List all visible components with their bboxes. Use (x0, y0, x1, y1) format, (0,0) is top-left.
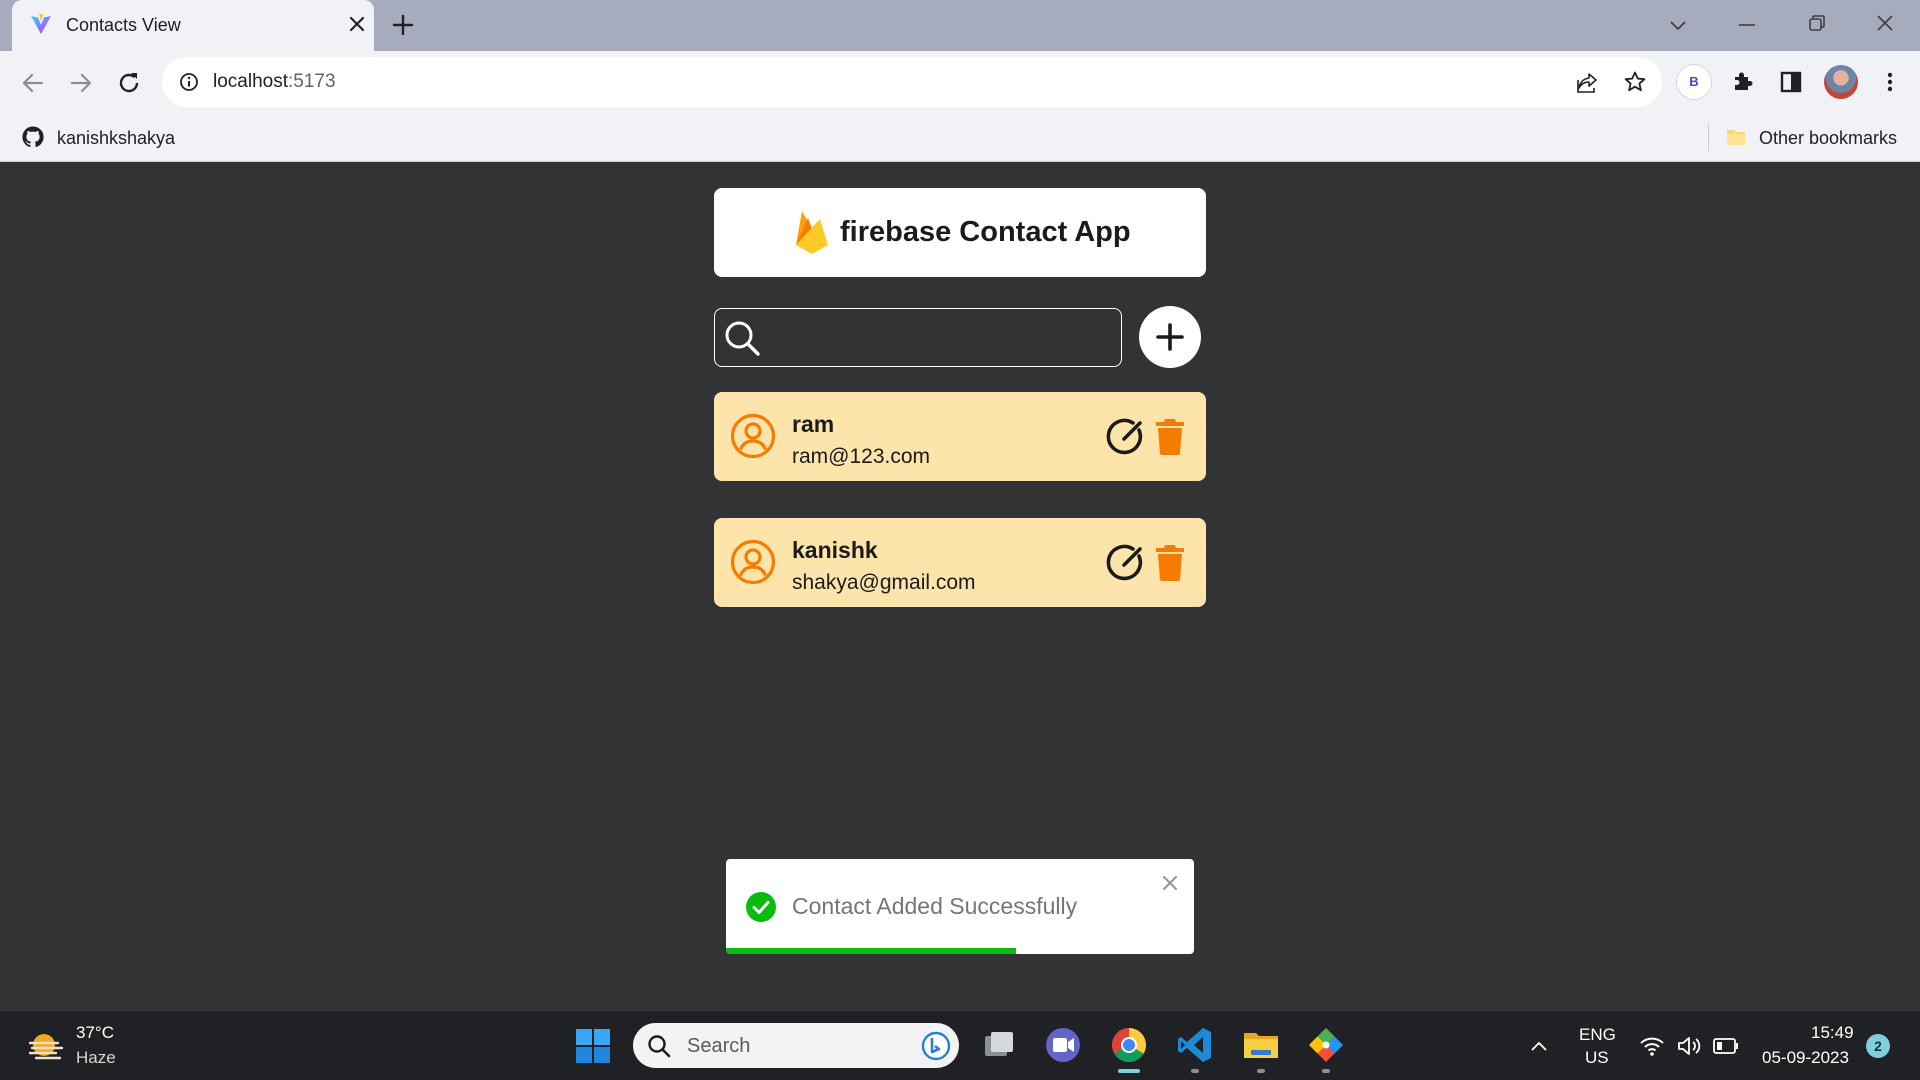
bookmark-github-profile[interactable]: kanishkshakya (57, 128, 175, 149)
new-tab-icon[interactable] (391, 13, 415, 37)
github-icon[interactable] (21, 125, 45, 149)
tab-search-chevron-icon[interactable] (1667, 14, 1689, 36)
search-bar[interactable] (714, 308, 1122, 367)
toast-message: Contact Added Successfully (792, 893, 1078, 919)
extensions-puzzle-icon[interactable] (1731, 69, 1755, 93)
user-circle-icon (730, 539, 776, 585)
forward-arrow-icon[interactable] (68, 70, 94, 96)
bookmarks-bar: kanishkshakya Other bookmarks (0, 113, 1920, 162)
chrome-icon[interactable] (1109, 1025, 1149, 1065)
other-bookmarks[interactable]: Other bookmarks (1759, 128, 1897, 149)
delete-trash-icon[interactable] (1155, 417, 1185, 455)
plus-icon (1156, 323, 1184, 351)
contact-email: shakya@gmail.com (792, 571, 976, 594)
more-menu-icon[interactable] (1878, 70, 1902, 94)
tab-close-icon[interactable] (346, 13, 368, 35)
git-running-indicator (1322, 1069, 1330, 1073)
toast-progress-bar (726, 948, 1017, 954)
windows-start-icon[interactable] (575, 1028, 611, 1064)
volume-icon[interactable] (1677, 1035, 1703, 1057)
clock-date[interactable]: 05-09-2023 (1762, 1048, 1849, 1068)
wifi-icon[interactable] (1639, 1035, 1665, 1057)
contact-name: ram (792, 411, 835, 437)
windows-taskbar: 37°C Haze Search ENG US 15:49 05-09-2023… (0, 1010, 1920, 1080)
side-panel-icon[interactable] (1779, 70, 1803, 94)
search-input[interactable] (769, 317, 1109, 357)
window-close-icon[interactable] (1874, 12, 1896, 34)
contact-name: kanishk (792, 537, 878, 563)
clock-time[interactable]: 15:49 (1811, 1023, 1854, 1043)
notification-count-badge[interactable]: 2 (1866, 1034, 1890, 1058)
browser-toolbar: localhost:5173 B (0, 51, 1920, 113)
bing-chat-icon[interactable] (921, 1031, 951, 1061)
search-icon (647, 1034, 671, 1058)
app-header: firebase Contact App (714, 188, 1206, 277)
reload-icon[interactable] (116, 70, 142, 96)
weather-haze-icon[interactable] (28, 1029, 64, 1065)
share-icon[interactable] (1575, 71, 1599, 95)
teams-meet-icon[interactable] (1043, 1025, 1083, 1065)
bookmark-star-icon[interactable] (1623, 70, 1647, 94)
site-info-icon[interactable] (179, 72, 199, 92)
restore-icon[interactable] (1806, 12, 1828, 34)
folder-icon (1725, 126, 1747, 148)
contact-card[interactable]: ram ram@123.com (714, 392, 1206, 481)
back-arrow-icon[interactable] (20, 70, 46, 96)
firebase-flame-icon (793, 209, 831, 255)
user-circle-icon (730, 413, 776, 459)
task-view-icon[interactable] (979, 1025, 1019, 1065)
delete-trash-icon[interactable] (1155, 543, 1185, 581)
vite-logo-icon (30, 13, 52, 35)
address-bar[interactable]: localhost:5173 (162, 57, 1662, 107)
input-language[interactable]: ENG (1579, 1025, 1616, 1045)
search-icon (723, 319, 761, 357)
weather-temperature: 37°C (76, 1023, 114, 1042)
taskbar-search-label: Search (687, 1035, 751, 1057)
bookmarks-separator (1708, 123, 1709, 151)
edit-icon[interactable] (1105, 542, 1147, 584)
url-port: :5173 (288, 71, 336, 92)
browser-tab[interactable]: Contacts View (12, 0, 374, 51)
check-circle-icon (746, 892, 776, 922)
app-title: firebase Contact App (840, 216, 1131, 248)
contact-card[interactable]: kanishk shakya@gmail.com (714, 518, 1206, 607)
browser-tab-strip: Contacts View (0, 0, 1920, 51)
url-host: localhost (213, 71, 288, 92)
add-contact-button[interactable] (1139, 306, 1201, 368)
account-avatar[interactable] (1824, 65, 1858, 99)
tab-title: Contacts View (66, 15, 181, 35)
vscode-icon[interactable] (1175, 1025, 1215, 1065)
git-icon[interactable] (1306, 1025, 1346, 1065)
show-hidden-icons-chevron-icon[interactable] (1529, 1037, 1549, 1057)
vscode-running-indicator (1191, 1069, 1199, 1073)
contact-email: ram@123.com (792, 445, 931, 468)
weather-description: Haze (76, 1048, 116, 1067)
battery-icon[interactable] (1713, 1037, 1739, 1055)
url-text[interactable]: localhost:5173 (213, 71, 336, 93)
toast-close-icon[interactable] (1160, 873, 1180, 893)
taskbar-search[interactable]: Search (633, 1023, 959, 1068)
chrome-active-indicator (1118, 1069, 1140, 1073)
success-toast[interactable]: Contact Added Successfully (726, 859, 1194, 954)
minimize-icon[interactable] (1736, 14, 1758, 36)
explorer-running-indicator (1257, 1069, 1265, 1073)
edit-icon[interactable] (1105, 416, 1147, 458)
input-region[interactable]: US (1585, 1048, 1609, 1068)
file-explorer-icon[interactable] (1241, 1025, 1281, 1065)
profile-badge[interactable]: B (1677, 65, 1711, 99)
